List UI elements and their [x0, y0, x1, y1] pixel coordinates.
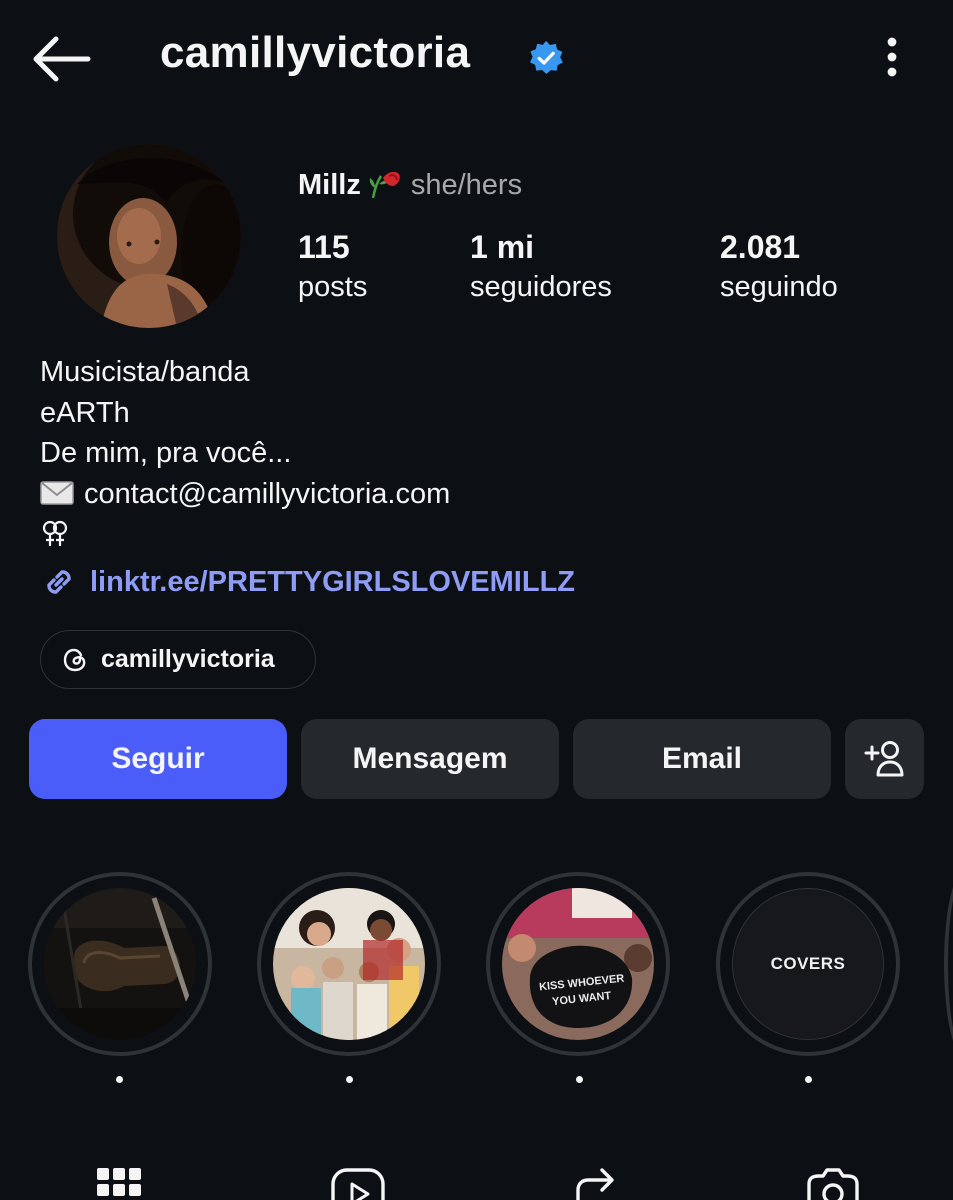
- bio-category: Musicista/banda: [40, 356, 250, 388]
- stat-followers-count: 1 mi: [470, 229, 535, 265]
- bio-line-1: eARTh: [40, 396, 130, 429]
- highlight-4-title: COVERS: [770, 954, 846, 973]
- email-button[interactable]: Email: [573, 719, 831, 799]
- bio-link-text: linktr.ee/PRETTYGIRLSLOVEMILLZ: [90, 565, 575, 598]
- highlight-4-cover: COVERS: [732, 888, 884, 1040]
- bio-link[interactable]: linktr.ee/PRETTYGIRLSLOVEMILLZ: [40, 562, 575, 602]
- follow-button[interactable]: Seguir: [29, 719, 287, 799]
- add-person-icon: [864, 741, 903, 777]
- profile-username: camillyvictoria: [160, 28, 471, 77]
- tab-reels[interactable]: [330, 1164, 385, 1200]
- bio-contact-line: contact@camillyvictoria.com: [40, 474, 450, 515]
- stat-posts[interactable]: 115 posts: [298, 228, 367, 308]
- highlight-2-dot: [346, 1076, 353, 1083]
- avatar-photo: [57, 144, 241, 328]
- bio-contact-email: contact@camillyvictoria.com: [84, 477, 451, 510]
- stat-followers[interactable]: 1 mi seguidores: [470, 228, 612, 308]
- profile-avatar[interactable]: [57, 144, 241, 328]
- link-icon: [47, 570, 71, 594]
- bio-symbol-line: [40, 514, 450, 555]
- highlight-2[interactable]: [257, 872, 441, 1056]
- arrow-left-icon: [33, 36, 91, 82]
- highlight-3-cover: KISS WHOEVER YOU WANT: [502, 888, 654, 1040]
- repost-icon: [576, 1168, 614, 1200]
- tab-reposts[interactable]: [570, 1164, 622, 1200]
- stat-following-count: 2.081: [720, 229, 801, 265]
- display-name-row: Millz she/hers: [298, 168, 522, 202]
- display-name: Millz: [298, 169, 361, 201]
- pronouns: she/hers: [410, 169, 523, 201]
- family-photo: [273, 888, 425, 1040]
- highlight-1-cover: [44, 888, 196, 1040]
- profile-bio: Musicista/banda eARTh De mim, pra você..…: [40, 352, 450, 555]
- highlight-2-cover: [273, 888, 425, 1040]
- camera-icon: [807, 1168, 859, 1200]
- highlight-3-dot: [576, 1076, 583, 1083]
- highlight-3[interactable]: KISS WHOEVER YOU WANT: [486, 872, 670, 1056]
- stat-posts-count: 115: [298, 229, 350, 265]
- tab-grid[interactable]: [94, 1164, 146, 1200]
- threads-badge[interactable]: camillyvictoria: [40, 630, 316, 689]
- highlight-5-partial[interactable]: [944, 872, 953, 1056]
- back-button[interactable]: [28, 30, 92, 88]
- stat-followers-label: seguidores: [470, 271, 612, 303]
- guitar-case-photo: [44, 888, 196, 1040]
- envelope-icon: [40, 476, 74, 505]
- message-button[interactable]: Mensagem: [301, 719, 559, 799]
- grid-icon: [97, 1168, 141, 1196]
- highlight-1[interactable]: [28, 872, 212, 1056]
- highlight-4[interactable]: COVERS: [716, 872, 900, 1056]
- bio-line-2: De mim, pra você...: [40, 437, 292, 469]
- more-vertical-icon: [887, 37, 897, 77]
- threads-icon: [63, 648, 86, 671]
- verified-badge-icon: [529, 40, 563, 75]
- tab-tagged[interactable]: [805, 1164, 859, 1200]
- highlight-4-dot: [805, 1076, 812, 1083]
- reels-icon: [331, 1168, 385, 1200]
- suggested-users-button[interactable]: [845, 719, 924, 799]
- more-options-button[interactable]: [872, 34, 912, 82]
- stat-following-label: seguindo: [720, 271, 838, 303]
- threads-username: camillyvictoria: [101, 645, 275, 673]
- stat-posts-label: posts: [298, 271, 368, 303]
- double-venus-icon: [40, 519, 70, 549]
- stat-following[interactable]: 2.081 seguindo: [720, 228, 838, 308]
- highlight-1-dot: [116, 1076, 123, 1083]
- wilted-rose-icon: [367, 168, 405, 199]
- cap-photo: KISS WHOEVER YOU WANT: [502, 888, 654, 1040]
